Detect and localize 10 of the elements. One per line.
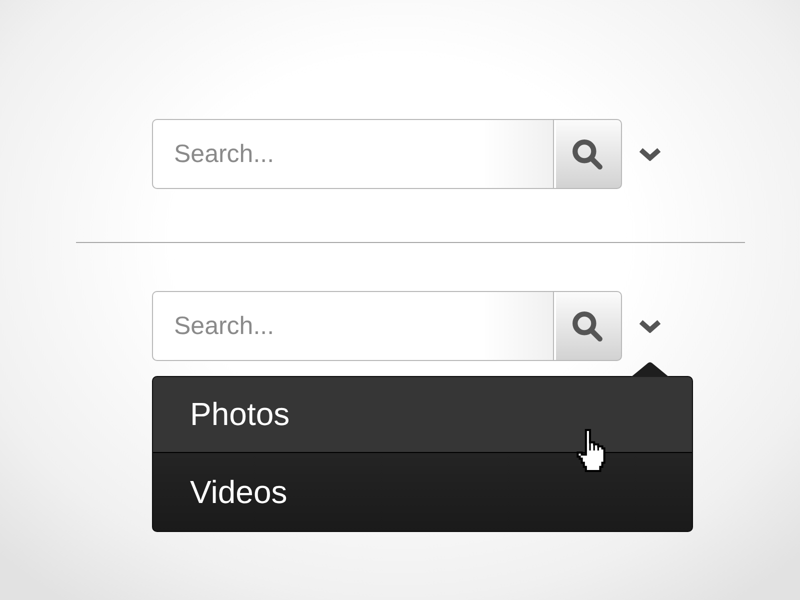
search-field[interactable]: Search... [152,291,553,361]
search-button[interactable] [553,119,622,189]
search-field[interactable]: Search... [152,119,553,189]
chevron-down-icon [638,147,662,161]
hand-cursor-icon [574,429,606,472]
search-icon [572,310,603,342]
menu-item[interactable]: Videos [153,452,692,531]
search-button[interactable] [553,291,622,361]
chevron-down-icon [638,319,662,333]
search-icon [572,138,603,170]
